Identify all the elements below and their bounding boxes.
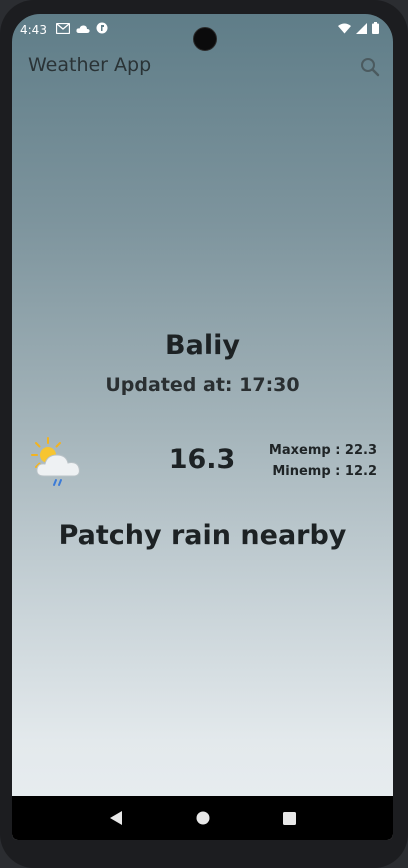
temp-range: Maxemp : 22.3 Minemp : 12.2 [269,440,377,482]
weather-condition: Patchy rain nearby [58,520,347,551]
temperature: 16.3 [168,444,236,475]
system-icons [338,22,379,37]
navigation-bar [12,796,393,840]
battery-icon [372,22,379,37]
back-icon[interactable] [105,807,127,829]
status-time: 4:43 [20,23,47,37]
partly-cloudy-rain-icon [30,436,86,490]
cloud-icon [76,23,90,37]
gmail-icon [55,22,71,37]
app-title: Weather App [28,54,152,76]
app-icon [96,22,108,37]
updated-time: Updated at: 17:30 [105,374,300,396]
recents-icon[interactable] [279,807,301,829]
home-icon[interactable] [192,807,214,829]
wifi-icon [338,23,351,37]
notification-icons [55,22,108,37]
camera-cutout [193,27,217,51]
min-temp: Minemp : 12.2 [272,464,377,479]
max-temp: Maxemp : 22.3 [268,443,377,458]
app-screen: 4:43 Weather App Baliy Updated at: 17:30… [12,14,393,840]
phone-frame: 4:43 Weather App Baliy Updated at: 17:30… [0,0,408,868]
city-name: Baliy [165,330,240,361]
search-icon[interactable] [359,56,381,78]
signal-icon [356,22,367,37]
